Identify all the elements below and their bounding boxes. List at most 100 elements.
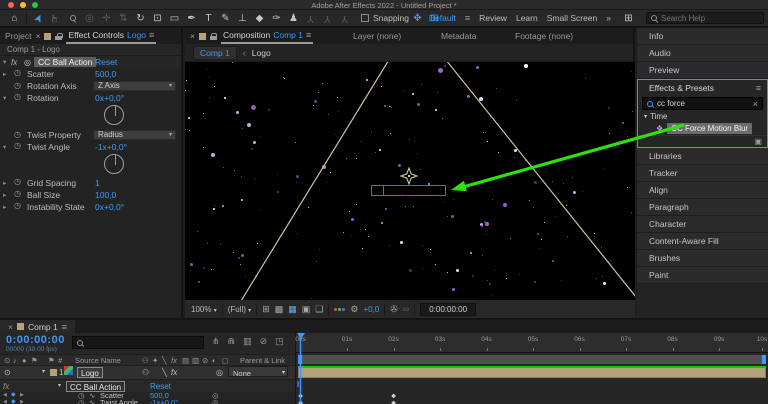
panel-header-paragraph[interactable]: Paragraph [637, 199, 768, 216]
parent-dropdown[interactable]: None ▾ [228, 366, 288, 378]
property-row-ball-size[interactable]: ▸ ◷ Ball Size 100,0 [0, 189, 181, 201]
effect-row-cc-ball-action[interactable]: fx ▾ CC Ball Action Reset [0, 379, 295, 392]
panel-header-character[interactable]: Character [637, 216, 768, 233]
transparency-grid-button[interactable]: ▦ [288, 304, 297, 315]
parent-link-column-header[interactable]: Parent & Link [240, 356, 285, 365]
channel-rgb-button[interactable] [334, 307, 346, 311]
timeline-right[interactable]: 00s 01s 02s 03s 04s 05s 06s 07s 08s 09s … [295, 333, 768, 404]
stopwatch-icon[interactable]: ◷ [14, 92, 21, 101]
effect-reset-link[interactable]: Reset [95, 57, 117, 67]
tab-effect-controls[interactable]: Effect Controls Logo ≡ [66, 28, 157, 44]
tab-composition[interactable]: Composition Comp 1 ≡ [220, 28, 314, 44]
chevron-down-icon[interactable]: ▾ [3, 143, 6, 151]
snap-axis-button[interactable]: ✥ [409, 11, 426, 25]
effects-group-time[interactable]: ▾ Time [638, 111, 767, 122]
property-value[interactable]: 0x+0,0° [95, 93, 124, 103]
stopwatch-icon[interactable]: ◷ [14, 81, 21, 90]
composition-viewer[interactable] [185, 62, 635, 300]
property-value[interactable]: -1x+0,0° [95, 142, 127, 152]
roto-brush-tool-button[interactable]: ✑ [268, 11, 285, 25]
work-area-bar[interactable] [298, 355, 766, 364]
shy-icon[interactable]: ⚇ [142, 366, 149, 379]
close-icon[interactable]: × [35, 31, 40, 41]
keyframe-toggle-icon[interactable]: ◆ [11, 392, 16, 399]
stopwatch-icon[interactable]: ◷ [14, 130, 21, 139]
effect-name[interactable]: CC Ball Action [34, 57, 97, 67]
stopwatch-icon[interactable]: ◷ [14, 68, 21, 77]
tab-layer[interactable]: Layer (none) [353, 31, 401, 41]
chevron-down-icon[interactable]: ▾ [3, 58, 6, 66]
puppet-pin-tool-button[interactable]: ♟ [285, 11, 302, 25]
previous-keyframe-icon[interactable]: ◀ [3, 392, 7, 399]
layer-name[interactable]: Logo [77, 367, 103, 378]
panel-menu-icon[interactable]: ≡ [306, 30, 311, 40]
pickwhip-icon[interactable]: ◎ [212, 399, 219, 404]
next-keyframe-icon[interactable]: ▶ [20, 399, 24, 404]
adjustment-switch-icon[interactable]: ◐ [212, 356, 217, 365]
view-axis-mode-button[interactable]: Y [336, 11, 353, 25]
chevron-down-icon[interactable]: ▾ [3, 94, 6, 102]
exposure-gear-icon[interactable]: ⚙ [350, 304, 358, 315]
graph-editor-icon[interactable]: ◳ [275, 336, 284, 347]
property-row-grid-spacing[interactable]: ▸ ◷ Grid Spacing 1 [0, 177, 181, 189]
text-layer-selection-box[interactable] [371, 185, 446, 196]
eye-icon[interactable]: ⊙ [4, 366, 11, 379]
property-value[interactable]: 100,0 [95, 190, 116, 200]
previous-keyframe-icon[interactable]: ◀ [3, 399, 7, 404]
panel-header-align[interactable]: Align [637, 182, 768, 199]
home-tool-button[interactable]: ⌂ [6, 11, 23, 25]
chevron-down-icon[interactable]: ▾ [42, 366, 45, 379]
rotation-tool-button[interactable]: ↻ [132, 11, 149, 25]
stopwatch-icon[interactable]: ◷ [14, 201, 21, 210]
pencil-icon[interactable]: ╲ [162, 366, 167, 379]
panel-header-audio[interactable]: Audio [637, 45, 768, 62]
graph-toggle-icon[interactable]: ∿ [89, 399, 95, 404]
property-value[interactable]: -1x+0,0° [150, 399, 178, 404]
effect-header-row[interactable]: ▾ fx ◎ CC Ball Action Reset [0, 56, 181, 68]
clone-stamp-tool-button[interactable]: ⊥ [234, 11, 251, 25]
tab-metadata[interactable]: Metadata [441, 31, 476, 41]
next-keyframe-icon[interactable]: ▶ [20, 392, 24, 399]
grid-options-button[interactable]: ⊞ [262, 304, 270, 315]
selection-tool-button[interactable]: ➤ [30, 11, 47, 25]
stopwatch-icon[interactable]: ◷ [14, 189, 21, 198]
property-row-rotation[interactable]: ▾ ◷ Rotation 0x+0,0° [0, 92, 181, 103]
type-tool-button[interactable]: T [200, 11, 217, 25]
property-row-rotation-axis[interactable]: ◷ Rotation Axis Z Axis ▾ [0, 79, 181, 92]
property-row-twist-property[interactable]: ◷ Twist Property Radius ▾ [0, 128, 181, 141]
panel-header-brushes[interactable]: Brushes [637, 250, 768, 267]
source-name-column-header[interactable]: Source Name [75, 356, 121, 365]
effects-search-input[interactable] [657, 99, 743, 108]
zoom-tool-button[interactable] [64, 11, 81, 25]
cube-3d-switch-icon[interactable]: ◻ [222, 356, 228, 365]
panel-pin-icon[interactable] [44, 32, 52, 40]
keyframe-toggle-icon[interactable]: ◆ [11, 399, 16, 404]
lock-icon[interactable] [55, 32, 63, 40]
frame-blend-switch-icon[interactable]: ▥ [192, 356, 199, 365]
collapse-switch-icon[interactable]: ✦ [152, 356, 158, 365]
workspace-default[interactable]: Default [429, 13, 456, 23]
stopwatch-icon[interactable]: ◷ [14, 177, 21, 186]
eraser-tool-button[interactable]: ◆ [251, 11, 268, 25]
tab-footage[interactable]: Footage (none) [515, 31, 573, 41]
layer-label-color[interactable] [50, 369, 57, 376]
resolution-dropdown[interactable]: (Full) ▾ [228, 305, 251, 314]
close-icon[interactable]: × [190, 31, 195, 41]
dolly-camera-tool-button[interactable]: ⇅ [115, 11, 132, 25]
property-value[interactable]: 500,0 [95, 69, 116, 79]
hand-tool-button[interactable]: ☞ [47, 11, 64, 25]
region-of-interest-button[interactable]: ▣ [302, 304, 311, 315]
breadcrumb-comp[interactable]: Comp 1 [193, 45, 237, 60]
panel-header-info[interactable]: Info [637, 28, 768, 45]
new-preset-icon[interactable]: ▣ [754, 137, 762, 146]
more-workspaces-chevron[interactable]: » [606, 13, 611, 23]
rectangle-tool-button[interactable]: ▭ [166, 11, 183, 25]
tab-project[interactable]: Project [5, 31, 31, 41]
panel-menu-icon[interactable]: ≡ [62, 322, 67, 332]
pan-behind-tool-button[interactable]: ⊡ [149, 11, 166, 25]
draft-3d-icon[interactable]: ⋒ [228, 336, 236, 347]
chevron-right-icon[interactable]: ▸ [3, 191, 6, 199]
pen-tool-button[interactable]: ✒ [183, 11, 200, 25]
effect-item-cc-force-motion-blur[interactable]: ❖ CC Force Motion Blur [638, 122, 767, 135]
workspace-menu-icon[interactable]: ≡ [465, 13, 470, 23]
